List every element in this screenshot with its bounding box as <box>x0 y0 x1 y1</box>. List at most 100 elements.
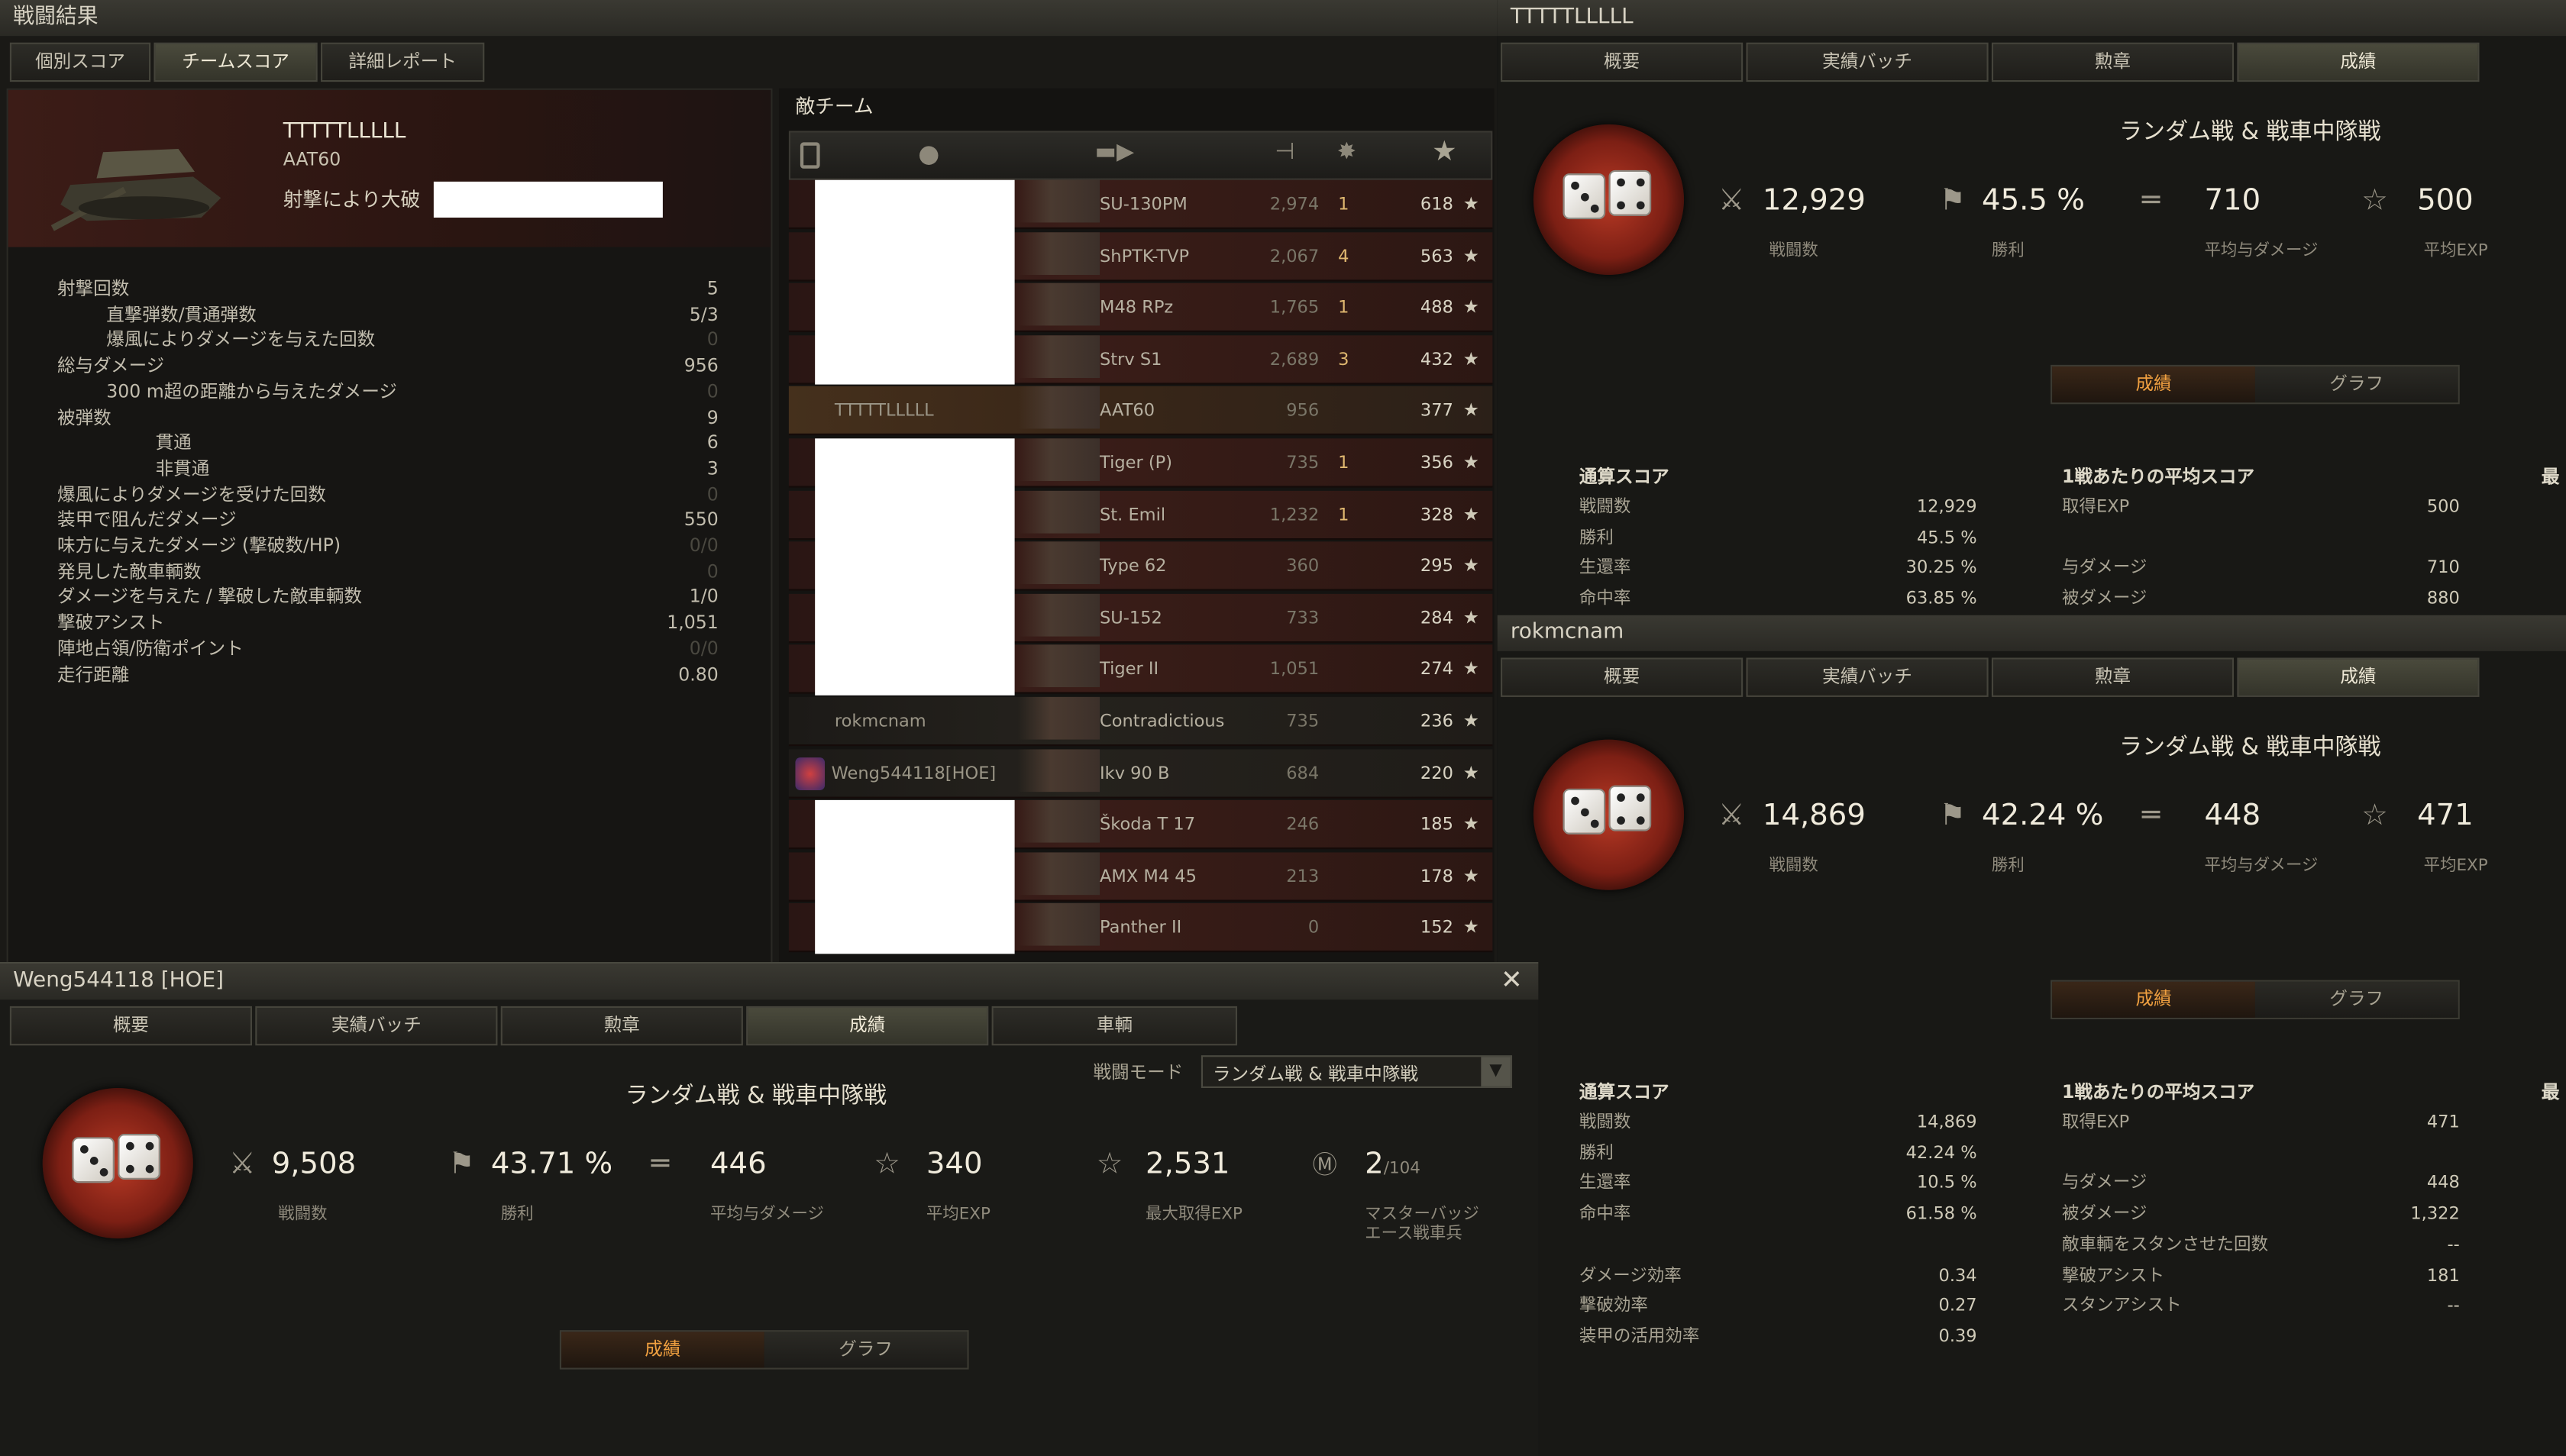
avg-exp-value: 471 <box>2417 798 2474 833</box>
score-label: 敵車輌をスタンさせた回数 <box>2062 1235 2269 1255</box>
close-icon[interactable]: ✕ <box>1501 964 1523 995</box>
enemy-row[interactable]: Weng544118[HOE] Ikv 90 B 684 220 ★ <box>788 748 1493 798</box>
tab-achievements[interactable]: 実績バッチ <box>255 1006 498 1046</box>
tab-medals[interactable]: 勲章 <box>500 1006 743 1046</box>
player-tank: AAT60 <box>283 149 341 170</box>
star-icon: ★ <box>1462 244 1479 266</box>
score-value: 880 <box>2426 589 2460 609</box>
battles-label: 戦闘数 <box>1769 857 1818 876</box>
tab-team-score[interactable]: チームスコア <box>154 42 318 82</box>
max-exp-value: 2,531 <box>1146 1147 1230 1182</box>
vehicle-name: St. Emil <box>1100 505 1166 525</box>
tab-achievements[interactable]: 実績バッチ <box>1746 42 1989 82</box>
star-icon: ★ <box>1462 916 1479 938</box>
redacted-box <box>433 181 663 218</box>
stats-subtabs: 成績 グラフ <box>559 1330 969 1370</box>
tab-vehicles[interactable]: 車輌 <box>991 1006 1238 1046</box>
score-row: 与ダメージ 448 <box>2062 1169 2460 1199</box>
score-row: 撃破アシスト 181 <box>2062 1261 2460 1290</box>
tank-icon <box>1017 748 1100 792</box>
enemy-team-title: 敵チーム <box>795 95 874 118</box>
profile-tabs: 概要 実績バッチ 勲章 成績 <box>1501 42 2480 82</box>
avg-exp-value: 340 <box>926 1147 983 1182</box>
tab-achievements[interactable]: 実績バッチ <box>1746 657 1989 697</box>
tab-detail-report[interactable]: 詳細レポート <box>321 42 485 82</box>
damage-icon: ═ <box>651 1147 670 1182</box>
score-label: 勝利 <box>1579 528 1614 548</box>
mastery-count: 2 <box>1365 1147 1384 1182</box>
stat-row: 撃破アシスト 1,051 <box>57 611 719 637</box>
score-row: 勝利 42.24 % <box>1579 1138 1977 1168</box>
damage-value: 2,689 <box>1269 350 1320 370</box>
score-value: 45.5 % <box>1916 528 1977 548</box>
score-row: 勝利 45.5 % <box>1579 523 1977 553</box>
tab-individual-score[interactable]: 個別スコア <box>9 42 151 82</box>
score-value: 1,322 <box>2410 1204 2460 1225</box>
stats-subtabs: 成績 グラフ <box>2051 364 2460 405</box>
random-battle-emblem <box>42 1088 193 1239</box>
tab-overview[interactable]: 概要 <box>1501 42 1744 82</box>
score-label: 装甲の活用効率 <box>1579 1326 1700 1347</box>
subtab-stats[interactable]: 成績 <box>2052 366 2255 403</box>
tab-overview[interactable]: 概要 <box>1501 657 1744 697</box>
vehicle-name: M48 RPz <box>1100 298 1174 318</box>
subtab-stats[interactable]: 成績 <box>561 1332 764 1368</box>
score-value: 14,869 <box>1916 1112 1977 1132</box>
subtab-stats[interactable]: 成績 <box>2052 981 2255 1018</box>
stat-label: 味方に与えたダメージ (撃破数/HP) <box>57 534 341 557</box>
random-battle-emblem <box>1533 124 1685 276</box>
subtab-graph[interactable]: グラフ <box>764 1332 968 1368</box>
stat-label: 直撃弾数/貫通弾数 <box>106 303 257 325</box>
tab-medals[interactable]: 勲章 <box>1991 657 2235 697</box>
enemy-row[interactable]: TTTTTLLLLL AAT60 956 377 ★ <box>788 386 1493 436</box>
stat-value: 0 <box>706 329 719 351</box>
stat-label: 貫通 <box>155 432 192 454</box>
mastery-total: /104 <box>1383 1160 1420 1178</box>
stat-row: 爆風によりダメージを受けた回数 0 <box>57 482 719 508</box>
kills-value: 4 <box>1338 246 1349 266</box>
score-row: 命中率 63.85 % <box>1579 584 1977 614</box>
score-label: 勝利 <box>1579 1143 1614 1163</box>
xp-icon: ★ <box>1432 135 1457 169</box>
tank-icon <box>1017 696 1100 740</box>
damage-value: 2,974 <box>1269 195 1320 215</box>
stat-label: 陣地占領/防衛ポイント <box>57 638 244 660</box>
max-exp-star-icon: ☆ <box>1096 1147 1123 1182</box>
enemy-row[interactable]: rokmcnam Contradictious 735 236 ★ <box>788 696 1493 747</box>
total-score-title: 通算スコア <box>1579 1081 1669 1103</box>
xp-value: 356 <box>1420 453 1453 473</box>
enemy-table-header: ● ▬▶ ⊣ ✸ ★ <box>788 131 1493 180</box>
tab-overview[interactable]: 概要 <box>9 1006 253 1046</box>
redacted-box <box>815 800 1015 954</box>
score-value: 0.27 <box>1938 1296 1977 1316</box>
score-value: 181 <box>2426 1265 2460 1286</box>
avg-exp-label: 平均EXP <box>926 1206 991 1224</box>
battle-mode-select[interactable]: ランダム戦 & 戦車中隊戦 ▼ <box>1201 1055 1513 1089</box>
subtab-graph[interactable]: グラフ <box>2254 981 2458 1018</box>
tab-medals[interactable]: 勲章 <box>1991 42 2235 82</box>
stat-row: 装甲で阻んだダメージ 550 <box>57 508 719 534</box>
avg-exp-label: 平均EXP <box>2423 242 2488 260</box>
damage-value: 360 <box>1286 556 1320 576</box>
stat-value: 9 <box>706 406 719 428</box>
stat-label: 装甲で阻んだダメージ <box>57 509 237 531</box>
subtab-graph[interactable]: グラフ <box>2254 366 2458 403</box>
xp-value: 328 <box>1420 505 1453 525</box>
player-name: Weng544118[HOE] <box>831 763 997 783</box>
star-icon: ★ <box>1462 451 1479 473</box>
score-label: 命中率 <box>1579 1204 1631 1225</box>
tank-icon <box>1017 852 1100 895</box>
tab-stats[interactable]: 成績 <box>2237 657 2480 697</box>
xp-value: 152 <box>1420 918 1453 938</box>
tab-stats[interactable]: 成績 <box>2237 42 2480 82</box>
score-label: 撃破アシスト <box>2062 1265 2165 1286</box>
winrate-label: 勝利 <box>1991 857 2025 876</box>
xp-value: 274 <box>1420 660 1453 680</box>
score-label: 命中率 <box>1579 589 1631 609</box>
avg-score-title: 1戦あたりの平均スコア <box>2062 466 2255 488</box>
enemy-team-panel: 敵チーム ● ▬▶ ⊣ ✸ ★ SU-130PM 2,974 1 618 ★ ShPTK-… <box>779 88 1495 966</box>
tab-stats[interactable]: 成績 <box>746 1006 989 1046</box>
vehicle-name: Tiger II <box>1100 660 1159 680</box>
damage-value: 735 <box>1286 712 1320 731</box>
stat-row: 走行距離 0.80 <box>57 662 719 688</box>
